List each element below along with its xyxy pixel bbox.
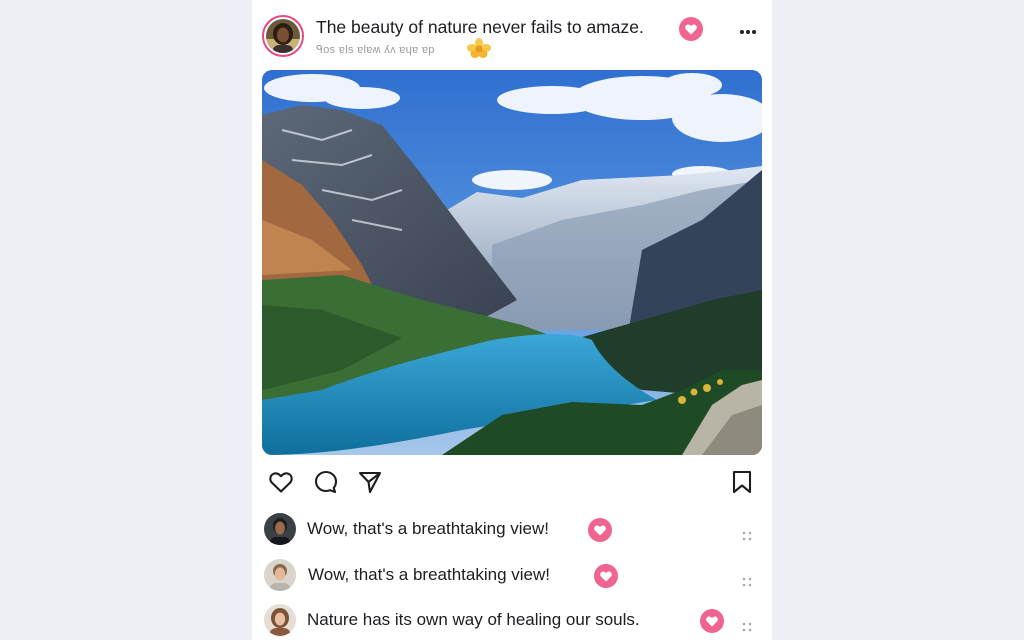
post-photo[interactable] — [262, 70, 762, 455]
post-subtitle: ᑫos ɐls ɐlɐʍ ʎʌ ɐɥɐ ɐp — [316, 44, 435, 56]
flower-icon — [466, 38, 492, 63]
comment-text: Wow, that's a breathtaking view! — [308, 565, 551, 584]
post-actions — [252, 464, 772, 500]
post-card: The beauty of nature never fails to amaz… — [252, 0, 772, 640]
bookmark-icon[interactable] — [728, 468, 756, 496]
comment-text: Nature has its own way of healing our so… — [307, 610, 640, 629]
drag-handle-icon[interactable] — [742, 574, 752, 587]
commenter-avatar[interactable] — [264, 559, 296, 591]
comment-bubble-icon[interactable] — [312, 468, 340, 496]
heart-outline-icon[interactable] — [267, 468, 295, 496]
drag-handle-icon[interactable] — [742, 619, 752, 632]
commenter-avatar[interactable] — [264, 604, 296, 636]
comment-item: Wow, that's a breathtaking view! — [252, 508, 772, 548]
drag-handle-icon[interactable] — [742, 528, 752, 541]
author-avatar-image — [266, 19, 300, 53]
heart-icon[interactable] — [594, 564, 618, 588]
commenter-avatar[interactable] — [264, 513, 296, 545]
comment-text: Wow, that's a breathtaking view! — [307, 519, 550, 538]
comment-item: Wow, that's a breathtaking view! — [252, 554, 772, 594]
heart-icon — [679, 17, 703, 46]
heart-icon[interactable] — [700, 609, 724, 633]
more-dots-icon[interactable] — [738, 22, 758, 42]
comment-item: Nature has its own way of healing our so… — [252, 599, 772, 639]
author-avatar[interactable] — [262, 15, 304, 57]
post-header: The beauty of nature never fails to amaz… — [252, 0, 772, 70]
post-title: The beauty of nature never fails to amaz… — [316, 17, 644, 37]
heart-icon[interactable] — [588, 518, 612, 542]
send-paper-plane-icon[interactable] — [356, 468, 384, 496]
app-background: The beauty of nature never fails to amaz… — [0, 0, 1024, 640]
